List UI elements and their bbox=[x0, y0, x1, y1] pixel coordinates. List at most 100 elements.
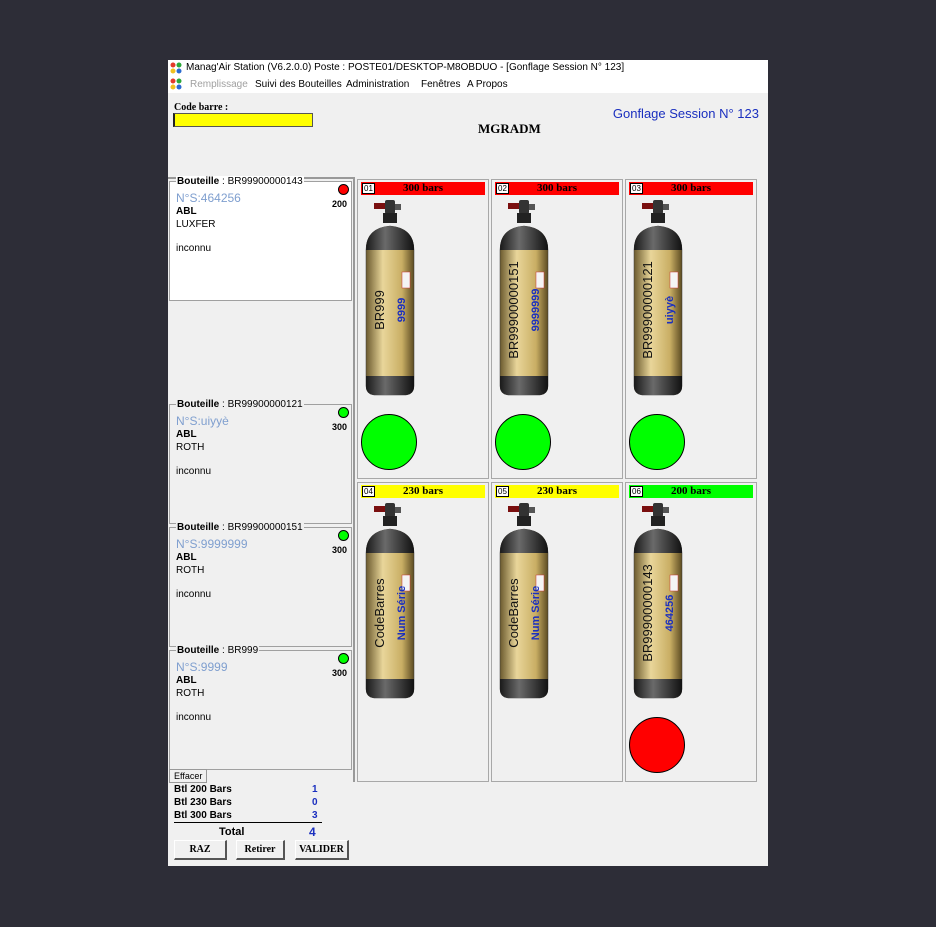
valider-button[interactable]: VALIDER bbox=[295, 840, 349, 860]
bottle-brand: ABL bbox=[176, 206, 197, 217]
bottle-card[interactable]: Bouteille : BR99900000143 N°S:464256 ABL… bbox=[169, 176, 352, 301]
station-header: 02 300 bars bbox=[495, 182, 619, 195]
cylinder-icon: CodeBarres Num Série bbox=[499, 503, 549, 699]
bottle-card[interactable]: Bouteille : BR99900000121 N°S:uiyyè ABL … bbox=[169, 399, 352, 524]
bottle-label: Bouteille : BR99900000121 bbox=[176, 399, 304, 410]
retirer-button[interactable]: Retirer bbox=[236, 840, 285, 860]
cylinder-barcode: BR99900000151 bbox=[506, 261, 521, 359]
bottle-status: inconnu bbox=[176, 589, 212, 600]
cylinder-icon: BR99900000151 9999999 bbox=[499, 200, 549, 396]
menu-suivi-bouteilles[interactable]: Suivi des Bouteilles bbox=[255, 76, 342, 93]
station-header: 05 230 bars bbox=[495, 485, 619, 498]
bottle-card[interactable]: Bouteille : BR99900000151 N°S:9999999 AB… bbox=[169, 522, 352, 647]
effacer-tab[interactable]: Effacer bbox=[169, 769, 208, 783]
station-number: 02 bbox=[496, 183, 509, 194]
bottle-model: ROTH bbox=[176, 565, 205, 576]
station-header: 03 300 bars bbox=[629, 182, 753, 195]
station-cell[interactable]: 05 230 bars CodeBarres Num Série bbox=[491, 482, 623, 782]
total-label: Total bbox=[219, 826, 245, 838]
code-barre-input[interactable] bbox=[173, 113, 313, 127]
menu-bar: Remplissage Suivi des Bouteilles Adminis… bbox=[168, 76, 768, 93]
total-row-230: Btl 230 Bars 0 bbox=[174, 797, 318, 808]
bottle-model: LUXFER bbox=[176, 219, 216, 230]
bottle-pressure: 300 bbox=[331, 545, 347, 555]
bottle-label: Bouteille : BR99900000143 bbox=[176, 176, 304, 187]
bottle-model: ROTH bbox=[176, 688, 205, 699]
cylinder-serial: 9999999 bbox=[530, 289, 542, 332]
raz-button[interactable]: RAZ bbox=[174, 840, 227, 860]
station-pressure: 230 bars bbox=[402, 485, 444, 497]
station-pressure: 300 bars bbox=[402, 182, 444, 194]
cylinder-barcode: BR999 bbox=[372, 290, 387, 330]
menu-a-propos[interactable]: A Propos bbox=[467, 76, 508, 93]
station-grid: 01 300 bars BR999 9999 02 300 bars BR999000… bbox=[357, 179, 759, 782]
station-header: 06 200 bars bbox=[629, 485, 753, 498]
code-barre-label: Code barre : bbox=[174, 102, 229, 113]
user-name: MGRADM bbox=[478, 121, 541, 136]
station-status-indicator bbox=[629, 717, 685, 773]
bottle-serial: N°S:464256 bbox=[176, 191, 241, 205]
station-status-indicator bbox=[495, 414, 551, 470]
menu-fenetres[interactable]: Fenêtres bbox=[421, 76, 460, 93]
app-menu-icon[interactable] bbox=[170, 78, 182, 90]
station-pressure: 300 bars bbox=[670, 182, 712, 194]
bottle-pressure: 300 bbox=[331, 422, 347, 432]
cylinder-barcode: CodeBarres bbox=[506, 578, 521, 648]
station-pressure: 200 bars bbox=[670, 485, 712, 497]
bottle-status-dot bbox=[338, 530, 349, 541]
bottle-status: inconnu bbox=[176, 466, 212, 477]
bottle-brand: ABL bbox=[176, 429, 197, 440]
title-bar: Manag'Air Station (V6.2.0.0) Poste : POS… bbox=[168, 60, 768, 76]
cylinder-barcode: BR99900000121 bbox=[640, 261, 655, 359]
session-title: Gonflage Session N° 123 bbox=[612, 106, 759, 121]
bottle-serial: N°S:9999999 bbox=[176, 537, 248, 551]
bottle-status-dot bbox=[338, 407, 349, 418]
station-cell[interactable]: 06 200 bars BR99900000143 464256 bbox=[625, 482, 757, 782]
cylinder-barcode: BR99900000143 bbox=[640, 564, 655, 662]
app-icon bbox=[170, 62, 182, 74]
window-title: Manag'Air Station (V6.2.0.0) Poste : POS… bbox=[186, 62, 625, 73]
station-cell[interactable]: 01 300 bars BR999 9999 bbox=[357, 179, 489, 479]
bottle-brand: ABL bbox=[176, 552, 197, 563]
station-number: 05 bbox=[496, 486, 509, 497]
bottle-status: inconnu bbox=[176, 712, 212, 723]
cylinder-serial: uiyyè bbox=[664, 296, 676, 324]
bottle-status-dot bbox=[338, 653, 349, 664]
cylinder-serial: 9999 bbox=[396, 298, 408, 322]
bottle-label: Bouteille : BR999 bbox=[176, 645, 260, 656]
cylinder-icon: CodeBarres Num Série bbox=[365, 503, 415, 699]
app-window: Manag'Air Station (V6.2.0.0) Poste : POS… bbox=[168, 60, 768, 866]
station-pressure: 300 bars bbox=[536, 182, 578, 194]
station-pressure: 230 bars bbox=[536, 485, 578, 497]
station-cell[interactable]: 03 300 bars BR99900000121 uiyyè bbox=[625, 179, 757, 479]
cylinder-serial: 464256 bbox=[664, 595, 676, 632]
bottle-serial: N°S:9999 bbox=[176, 660, 228, 674]
bottle-pressure: 300 bbox=[331, 668, 347, 678]
station-header: 01 300 bars bbox=[361, 182, 485, 195]
menu-remplissage[interactable]: Remplissage bbox=[190, 76, 248, 93]
station-number: 04 bbox=[362, 486, 375, 497]
menu-administration[interactable]: Administration bbox=[346, 76, 409, 93]
cylinder-icon: BR99900000121 uiyyè bbox=[633, 200, 683, 396]
bottle-brand: ABL bbox=[176, 675, 197, 686]
station-cell[interactable]: 02 300 bars BR99900000151 9999999 bbox=[491, 179, 623, 479]
total-value: 4 bbox=[309, 825, 316, 839]
station-status-indicator bbox=[629, 414, 685, 470]
cylinder-serial: Num Série bbox=[530, 586, 542, 640]
station-header: 04 230 bars bbox=[361, 485, 485, 498]
total-row-200: Btl 200 Bars 1 bbox=[174, 784, 318, 795]
cylinder-icon: BR99900000143 464256 bbox=[633, 503, 683, 699]
station-cell[interactable]: 04 230 bars CodeBarres Num Série bbox=[357, 482, 489, 782]
station-number: 06 bbox=[630, 486, 643, 497]
bottle-pressure: 200 bbox=[331, 199, 347, 209]
cylinder-barcode: CodeBarres bbox=[372, 578, 387, 648]
bottle-status: inconnu bbox=[176, 243, 212, 254]
cylinder-icon: BR999 9999 bbox=[365, 200, 415, 396]
bottle-list-panel: Bouteille : BR99900000143 N°S:464256 ABL… bbox=[168, 176, 355, 782]
cylinder-serial: Num Série bbox=[396, 586, 408, 640]
bottle-card[interactable]: Bouteille : BR999 N°S:9999 ABL ROTH inco… bbox=[169, 645, 352, 770]
station-number: 03 bbox=[630, 183, 643, 194]
bottle-model: ROTH bbox=[176, 442, 205, 453]
bottle-serial: N°S:uiyyè bbox=[176, 414, 229, 428]
station-number: 01 bbox=[362, 183, 375, 194]
